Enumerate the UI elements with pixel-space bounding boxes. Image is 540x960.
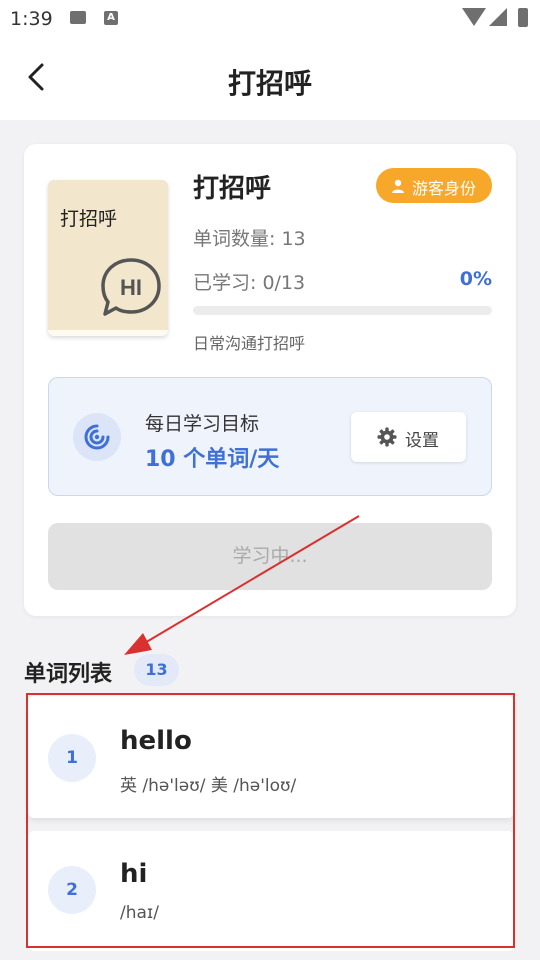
word-index: 1 [48, 734, 96, 782]
page-title: 打招呼 [227, 67, 312, 100]
word-index: 2 [48, 866, 96, 914]
study-button[interactable]: 学习中... [48, 523, 492, 590]
cover-page-edge [48, 330, 168, 336]
word-text: hi [120, 859, 148, 889]
hi-chat-bubble-icon: HI [101, 258, 161, 316]
target-icon [84, 424, 110, 450]
a-icon: A [104, 11, 118, 25]
goal-settings-label: 设置 [405, 431, 439, 451]
image-icon [70, 11, 86, 24]
status-bar: 1:39 A [0, 0, 540, 36]
wifi-icon [462, 8, 486, 26]
status-time: 1:39 [10, 8, 53, 30]
word-phonetic: /haɪ/ [120, 903, 159, 923]
gear-icon [377, 427, 397, 447]
word-list-item[interactable]: 2 hi /haɪ/ [28, 831, 514, 951]
goal-settings-button[interactable]: 设置 [351, 412, 466, 462]
word-count-badge: 13 [134, 654, 179, 686]
book-cover[interactable]: 打招呼 HI [48, 180, 168, 336]
daily-goal-panel: 每日学习目标 10 个单词/天 设置 [48, 377, 492, 496]
book-title: 打招呼 [193, 174, 272, 204]
guest-badge-label: 游客身份 [412, 179, 477, 198]
learned-progress-text: 已学习: 0/13 [193, 272, 306, 294]
word-text: hello [120, 726, 192, 756]
word-list-item[interactable]: 1 hello 英 /hə'ləʊ/ 美 /hə'loʊ/ [28, 696, 514, 818]
daily-goal-label: 每日学习目标 [145, 413, 260, 435]
svg-text:HI: HI [120, 275, 142, 300]
app-header: 打招呼 [0, 36, 540, 120]
progress-bar [193, 306, 492, 315]
word-phonetic: 英 /hə'ləʊ/ 美 /hə'loʊ/ [120, 776, 297, 796]
book-info-card: 打招呼 HI 打招呼 游客身份 单词数量: 13 已学习: 0/13 0% 日常… [24, 144, 516, 616]
battery-icon [518, 8, 528, 27]
guest-badge[interactable]: 游客身份 [376, 168, 492, 203]
signal-icon [489, 8, 507, 26]
word-list-title: 单词列表 [24, 662, 113, 687]
book-description: 日常沟通打招呼 [193, 334, 306, 353]
daily-goal-value: 10 个单词/天 [145, 447, 280, 472]
user-icon [392, 179, 404, 193]
progress-percent: 0% [459, 268, 492, 290]
target-icon-circle [73, 413, 121, 461]
word-count: 单词数量: 13 [193, 228, 306, 250]
cover-title: 打招呼 [60, 208, 118, 230]
